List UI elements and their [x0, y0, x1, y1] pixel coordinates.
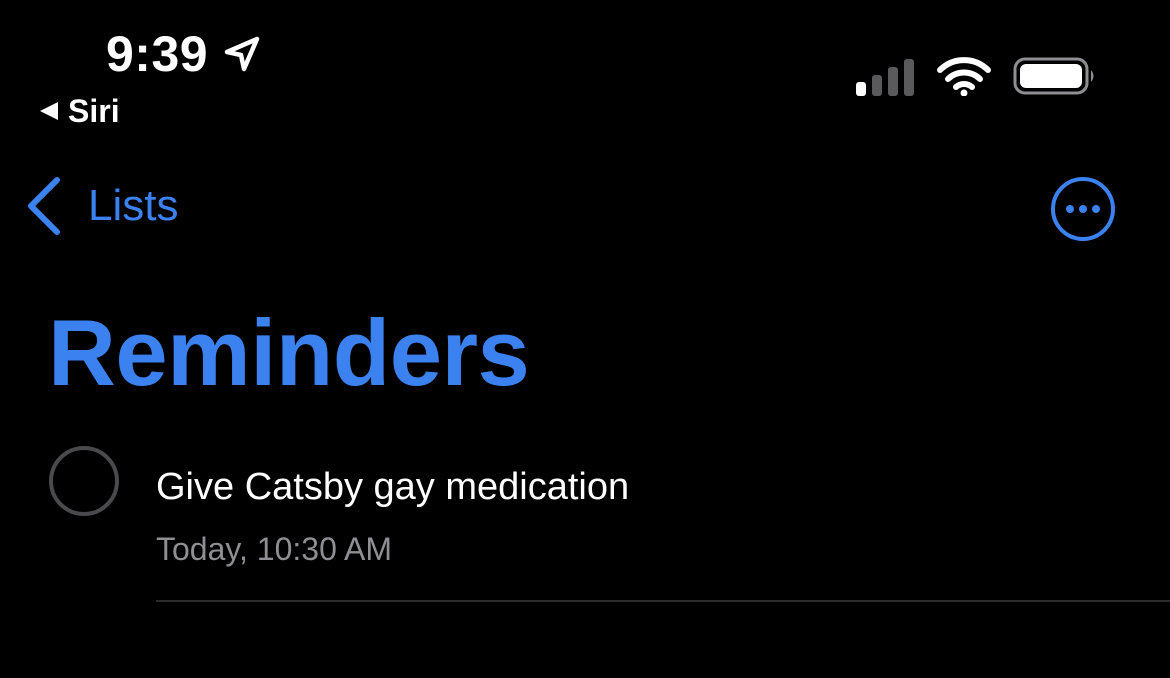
ellipsis-circle-icon — [1050, 176, 1116, 242]
reminder-complete-checkbox[interactable] — [48, 445, 120, 517]
location-arrow-icon — [222, 34, 262, 74]
chevron-left-icon — [26, 176, 62, 236]
wifi-icon — [937, 56, 991, 96]
status-time-group: 9:39 — [106, 26, 262, 82]
more-options-button[interactable] — [1050, 176, 1116, 242]
status-indicators — [855, 56, 1097, 96]
back-triangle-icon — [38, 100, 60, 122]
reminder-row[interactable]: Give Catsby gay medication Today, 10:30 … — [0, 440, 1170, 602]
cellular-signal-icon — [855, 56, 915, 96]
reminder-due-date: Today, 10:30 AM — [156, 531, 392, 567]
back-to-siri-link[interactable]: Siri — [38, 92, 120, 130]
back-app-label: Siri — [68, 93, 120, 129]
page-title: Reminders — [48, 300, 530, 405]
row-divider — [156, 600, 1170, 602]
back-to-lists-button[interactable]: Lists — [26, 176, 178, 236]
status-time: 9:39 — [106, 26, 209, 82]
battery-icon — [1013, 56, 1097, 96]
back-button-label: Lists — [88, 181, 179, 230]
reminder-title[interactable]: Give Catsby gay medication — [156, 462, 629, 512]
